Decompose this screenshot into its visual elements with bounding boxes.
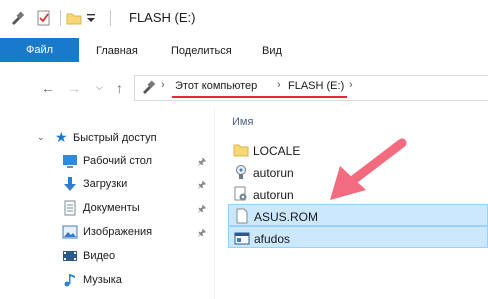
annotation-arrow — [330, 138, 407, 200]
